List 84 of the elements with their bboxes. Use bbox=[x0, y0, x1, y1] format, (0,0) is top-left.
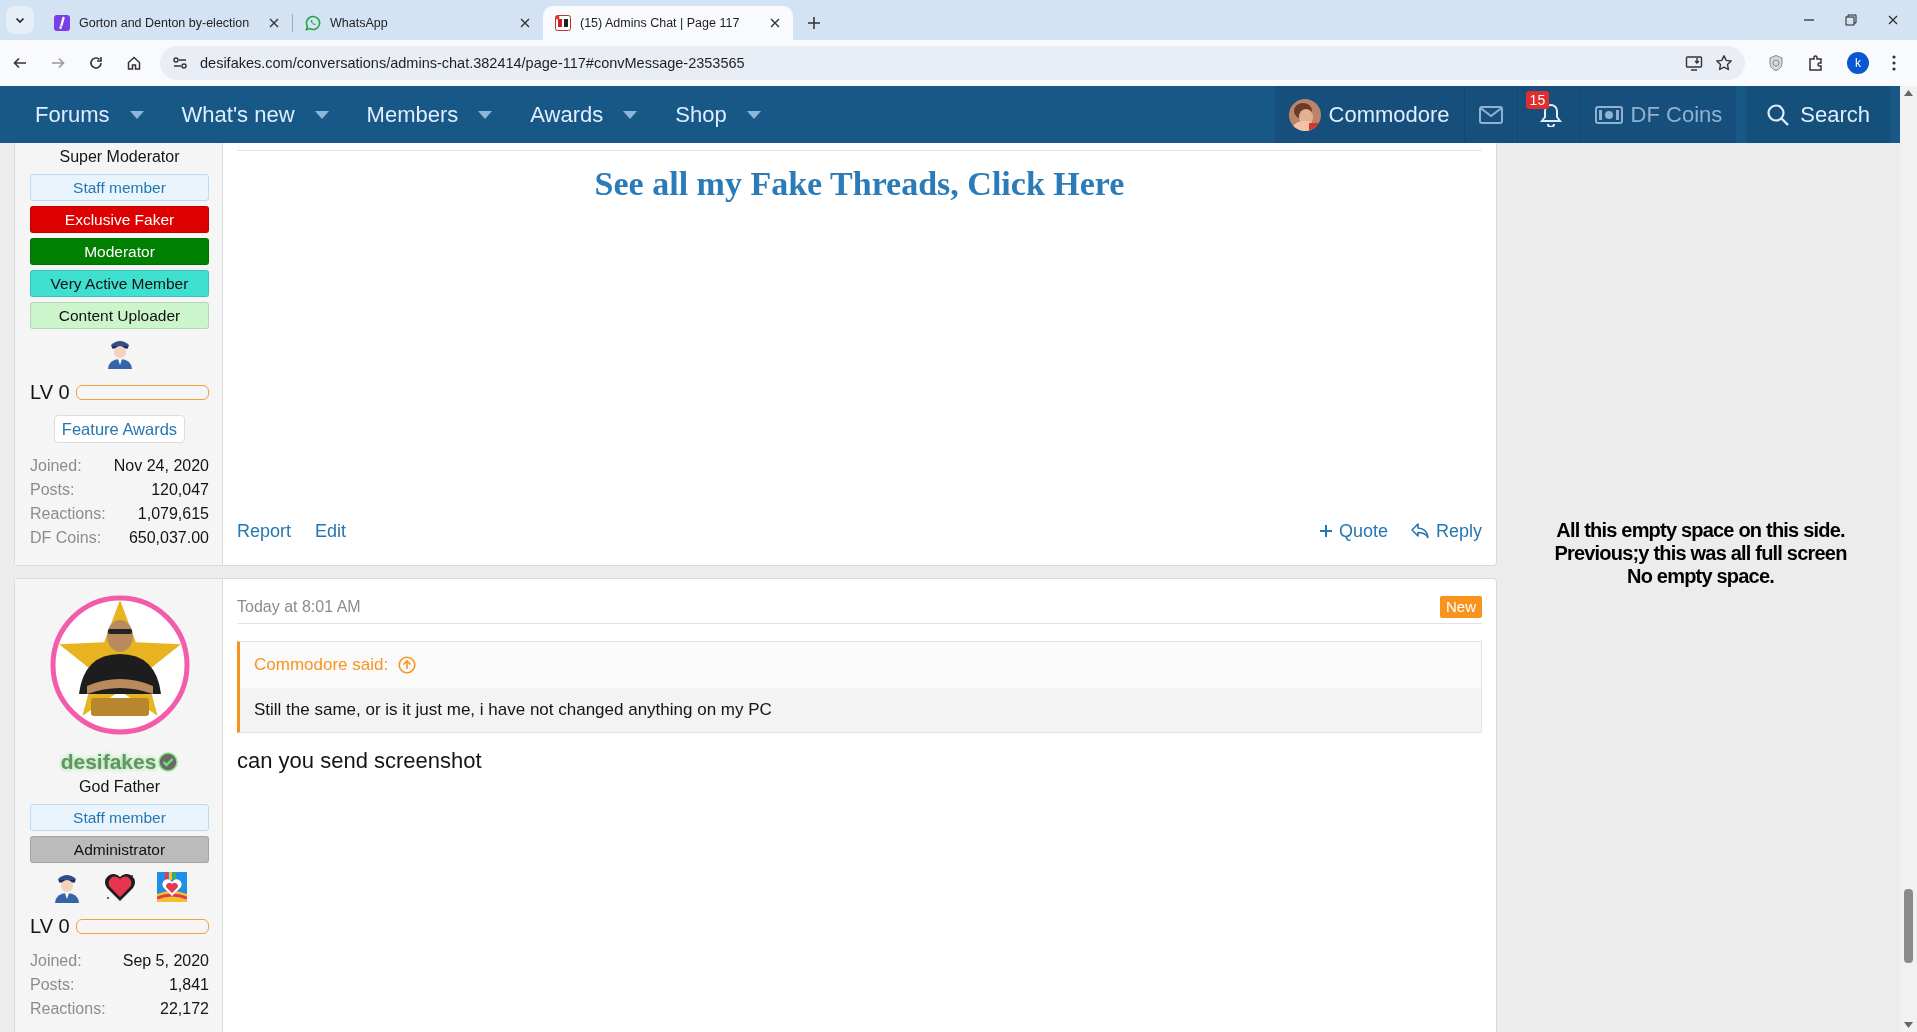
nav-link[interactable]: Awards bbox=[530, 101, 638, 128]
reload-icon[interactable] bbox=[88, 55, 104, 71]
action-link[interactable]: Edit bbox=[315, 519, 347, 543]
new-tab-icon[interactable] bbox=[807, 16, 821, 30]
scroll-down-icon[interactable] bbox=[1904, 1022, 1913, 1028]
nav-link[interactable]: Members bbox=[366, 101, 493, 128]
back-icon[interactable] bbox=[12, 55, 28, 71]
nav-link[interactable]: What's new bbox=[181, 101, 329, 128]
browser-tab[interactable]: WhatsApp bbox=[293, 6, 543, 40]
stat-value: 1,079,615 bbox=[137, 504, 209, 524]
annotation-text: All this empty space on this side. Previous;y this was all full screen No empty space. bbox=[1553, 519, 1848, 588]
stat-label: DF Coins: bbox=[30, 528, 102, 548]
message-text: can you send screenshot bbox=[237, 747, 483, 775]
user-banner: Moderator bbox=[30, 238, 209, 265]
stat-label: Joined: bbox=[30, 456, 82, 476]
caret-icon bbox=[746, 110, 761, 119]
address-bar[interactable]: desifakes.com/conversations/admins-chat.382414/page-117#convMessage-2353565 bbox=[160, 46, 1745, 80]
new-label: New bbox=[1440, 596, 1482, 618]
menu-icon[interactable] bbox=[1891, 54, 1897, 72]
heart-tile-icon bbox=[157, 872, 188, 902]
stat-value: Nov 24, 2020 bbox=[113, 456, 209, 476]
coins-link[interactable]: DF Coins bbox=[1580, 86, 1737, 143]
chat-bubble-icon bbox=[305, 15, 321, 31]
site-icon bbox=[555, 15, 571, 31]
search-button[interactable]: Search bbox=[1746, 86, 1890, 143]
site-settings-icon[interactable] bbox=[172, 55, 188, 71]
user-banner: Staff member bbox=[30, 804, 209, 831]
action-link[interactable]: Reply bbox=[1409, 519, 1482, 543]
install-icon[interactable] bbox=[1685, 54, 1703, 72]
money-icon bbox=[1594, 105, 1623, 124]
tab-search-button[interactable] bbox=[6, 6, 34, 34]
quote-text: Still the same, or is it just me, i have not changed anything on my PC bbox=[240, 688, 1481, 732]
nav-link[interactable]: Forums bbox=[35, 101, 144, 128]
mail-icon bbox=[1478, 105, 1503, 124]
user-title: Super Moderator bbox=[58, 147, 181, 167]
stat-label: Reactions: bbox=[30, 504, 106, 524]
action-link[interactable]: Quote bbox=[1318, 519, 1388, 543]
bookmark-star-icon[interactable] bbox=[1715, 54, 1733, 72]
stat-value: 1,841 bbox=[168, 975, 209, 995]
caret-icon bbox=[129, 110, 144, 119]
scrollbar-thumb[interactable] bbox=[1904, 889, 1913, 963]
stat-value: 22,172 bbox=[160, 999, 209, 1019]
plus-icon bbox=[1318, 524, 1333, 538]
profile-avatar[interactable]: k bbox=[1847, 52, 1869, 74]
close-icon[interactable] bbox=[519, 17, 531, 29]
caret-icon bbox=[314, 110, 329, 119]
close-icon[interactable] bbox=[1887, 14, 1899, 26]
stat-label: Posts: bbox=[30, 975, 75, 995]
stat-label: Posts: bbox=[30, 480, 75, 500]
level-label: LV 0 bbox=[30, 914, 70, 938]
stat-value: 120,047 bbox=[151, 480, 209, 500]
extensions-icon[interactable] bbox=[1807, 54, 1825, 72]
scroll-up-icon[interactable] bbox=[1904, 90, 1913, 96]
action-link[interactable]: Report bbox=[237, 519, 292, 543]
reply-icon bbox=[1409, 522, 1430, 540]
restore-icon[interactable] bbox=[1845, 14, 1857, 26]
shield-icon[interactable] bbox=[1767, 54, 1785, 72]
signature-link[interactable]: See all my Fake Threads, Click Here bbox=[594, 165, 1125, 202]
user-banner: Content Uploader bbox=[30, 302, 209, 329]
stat-label: Joined: bbox=[30, 951, 82, 971]
post-time: Today at 8:01 AM bbox=[237, 597, 361, 617]
stat-value: 650,037.00 bbox=[128, 528, 209, 548]
user-banner: Administrator bbox=[30, 836, 209, 863]
caret-icon bbox=[478, 110, 493, 119]
level-label: LV 0 bbox=[30, 380, 70, 404]
notification-badge: 15 bbox=[1525, 91, 1550, 109]
username-link[interactable]: desifakes bbox=[60, 749, 179, 775]
browser-tab[interactable]: (15) Admins Chat | Page 117 bbox=[543, 6, 793, 40]
stat-label: Reactions: bbox=[30, 999, 106, 1019]
user-banner: Staff member bbox=[30, 174, 209, 201]
feature-awards-button[interactable]: Feature Awards bbox=[53, 415, 186, 443]
close-icon[interactable] bbox=[769, 17, 781, 29]
user-banner: Very Active Member bbox=[30, 270, 209, 297]
browser-tab[interactable]: Gorton and Denton by-election bbox=[42, 6, 292, 40]
user-banner: Exclusive Faker bbox=[30, 206, 209, 233]
caret-icon bbox=[623, 110, 638, 119]
close-icon[interactable] bbox=[268, 17, 280, 29]
search-icon bbox=[1766, 102, 1791, 127]
heart-icon bbox=[103, 872, 136, 902]
app-icon bbox=[54, 15, 70, 31]
stat-value: Sep 5, 2020 bbox=[122, 951, 209, 971]
user-title: God Father bbox=[78, 777, 161, 797]
home-icon[interactable] bbox=[126, 55, 142, 71]
nav-link[interactable]: Shop bbox=[675, 101, 761, 128]
